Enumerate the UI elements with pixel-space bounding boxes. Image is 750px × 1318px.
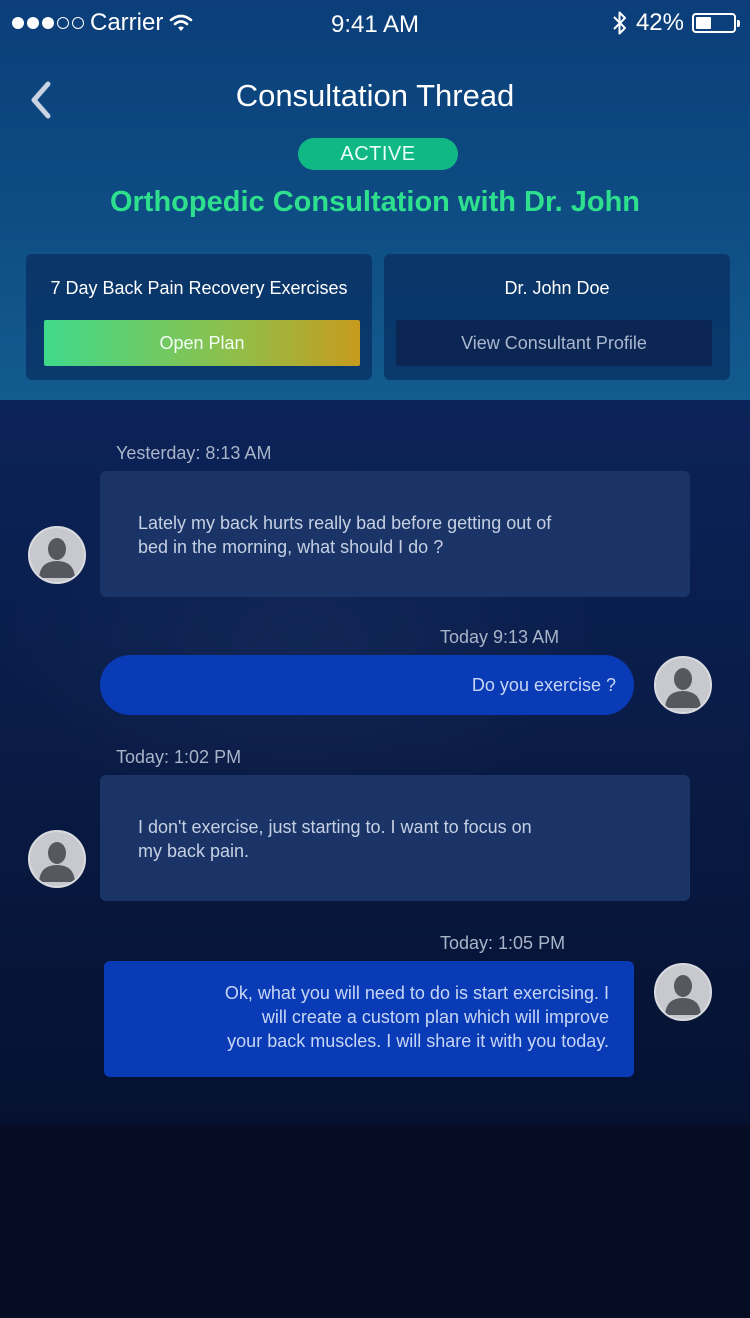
message-line: Ok, what you will need to do is start ex…	[224, 983, 609, 1003]
status-badge: ACTIVE	[298, 138, 458, 170]
message-line: I don't exercise, just starting to. I wa…	[138, 817, 532, 837]
message-timestamp: Today: 1:05 PM	[440, 933, 566, 953]
message-line: Do you exercise ?	[471, 675, 616, 695]
bluetooth-icon	[613, 11, 626, 35]
message-timestamp: Today 9:13 AM	[440, 627, 560, 647]
message-timestamp: Today: 1:02 PM	[116, 747, 242, 767]
status-bar: Carrier 9:41 AM 42%	[0, 0, 750, 44]
plan-card: 7 Day Back Pain Recovery Exercises Open …	[26, 254, 372, 380]
message-bubble-incoming: I don't exercise, just starting to. I wa…	[100, 775, 690, 901]
avatar[interactable]	[28, 526, 86, 584]
avatar[interactable]	[654, 963, 712, 1021]
user-icon	[665, 668, 701, 708]
view-consultant-profile-button[interactable]: View Consultant Profile	[396, 320, 712, 366]
user-icon	[39, 538, 75, 578]
message-bubble-incoming: Lately my back hurts really bad before g…	[100, 471, 690, 597]
battery-group: 42%	[612, 9, 740, 37]
message-line: your back muscles. I will share it with …	[227, 1031, 609, 1051]
message-line: will create a custom plan which will imp…	[261, 1007, 609, 1027]
consultant-card: Dr. John Doe View Consultant Profile	[384, 254, 730, 380]
user-icon	[665, 975, 701, 1015]
page-title: Consultation Thread	[235, 78, 515, 113]
battery-percent: 42%	[635, 9, 684, 36]
battery-fill	[696, 17, 711, 29]
message-bubble-outgoing: Ok, what you will need to do is start ex…	[104, 961, 634, 1077]
message-line: my back pain.	[138, 841, 250, 861]
consultation-subtitle: Orthopedic Consultation with Dr. John	[109, 186, 641, 218]
message-bubble-outgoing: Do you exercise ?	[100, 655, 634, 715]
bottom-area	[0, 1125, 750, 1318]
avatar[interactable]	[654, 656, 712, 714]
message-line: Lately my back hurts really bad before g…	[138, 513, 552, 533]
consultant-name: Dr. John Doe	[504, 278, 610, 298]
avatar[interactable]	[28, 830, 86, 888]
user-icon	[39, 842, 75, 882]
open-plan-button[interactable]: Open Plan	[44, 320, 360, 366]
message-timestamp: Yesterday: 8:13 AM	[116, 443, 272, 463]
message-line: bed in the morning, what should I do ?	[138, 537, 444, 557]
battery-icon	[692, 13, 740, 33]
plan-label: 7 Day Back Pain Recovery Exercises	[50, 278, 348, 298]
header: Carrier 9:41 AM 42% Consultation Thread …	[0, 0, 750, 400]
